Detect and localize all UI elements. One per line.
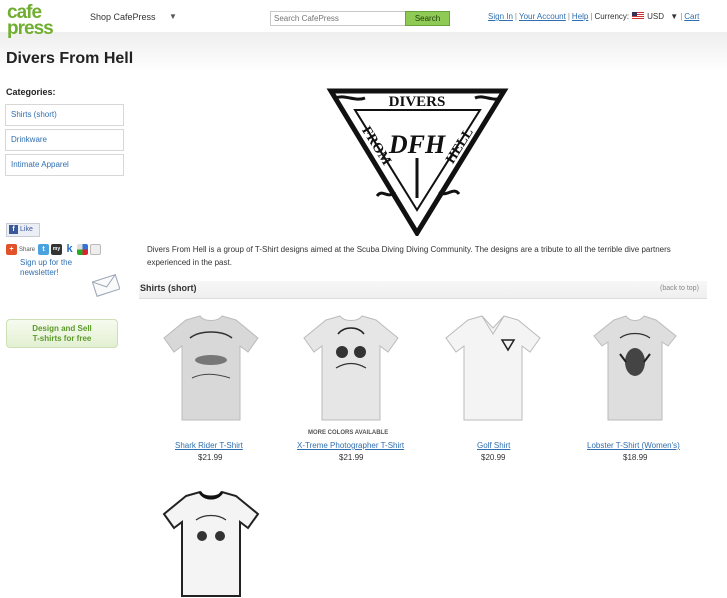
k-icon[interactable]: k: [64, 244, 76, 255]
page-title: Divers From Hell: [6, 50, 134, 67]
product-image-golf-shirt[interactable]: [438, 312, 548, 422]
search-input[interactable]: [270, 11, 406, 26]
chevron-down-icon[interactable]: ▼: [169, 12, 177, 21]
category-intimate-apparel[interactable]: Intimate Apparel: [5, 154, 124, 176]
product-image-shark-rider[interactable]: [156, 312, 266, 422]
logo-center-text: DFH: [388, 130, 446, 159]
back-to-top-link[interactable]: (back to top): [660, 285, 699, 292]
share-icon[interactable]: +: [6, 244, 17, 255]
product-price-shark-rider: $21.99: [198, 453, 223, 462]
categories-heading: Categories:: [6, 87, 56, 97]
currency-select[interactable]: USD: [647, 12, 664, 21]
logo-line-2: press: [7, 18, 54, 39]
email-icon[interactable]: [90, 244, 102, 255]
divers-from-hell-logo: DIVERS FROM HELL DFH: [326, 88, 509, 236]
share-row: + Share t my k: [6, 244, 103, 258]
product-price-lobster-womens: $18.99: [623, 453, 648, 462]
account-links: Sign In | Your Account | Help | Currency: USD ▼…: [488, 12, 700, 21]
cart-link[interactable]: Cart: [684, 12, 699, 21]
currency-chevron-down-icon[interactable]: ▼: [670, 12, 678, 21]
product-image-lobster-womens[interactable]: [580, 312, 690, 422]
category-shirts-short[interactable]: Shirts (short): [5, 104, 124, 126]
like-label: Like: [20, 226, 33, 233]
sign-in-link[interactable]: Sign In: [488, 12, 513, 21]
help-link[interactable]: Help: [572, 12, 588, 21]
twitter-icon[interactable]: t: [38, 244, 50, 255]
envelope-icon[interactable]: [92, 272, 120, 298]
facebook-like-button[interactable]: f Like: [6, 223, 40, 237]
shop-cafepress-menu[interactable]: Shop CafePress: [90, 12, 156, 22]
logo-top-text: DIVERS: [389, 94, 446, 110]
page-description: Divers From Hell is a group of T-Shirt d…: [147, 245, 671, 267]
product-image-ringer-tee[interactable]: [156, 488, 266, 598]
product-image-xtreme-photographer[interactable]: [296, 312, 406, 422]
your-account-link[interactable]: Your Account: [519, 12, 566, 21]
product-price-golf-shirt: $20.99: [481, 453, 506, 462]
design-and-sell-button[interactable]: Design and Sell T-shirts for free: [6, 319, 118, 348]
us-flag-icon: [632, 12, 645, 20]
product-name-golf-shirt[interactable]: Golf Shirt: [477, 441, 510, 450]
share-label[interactable]: Share: [19, 247, 35, 253]
category-drinkware[interactable]: Drinkware: [5, 129, 124, 151]
product-price-xtreme-photographer: $21.99: [339, 453, 364, 462]
currency-label: Currency:: [594, 12, 630, 21]
search-button[interactable]: Search: [405, 11, 450, 26]
design-line-1: Design and Sell: [32, 324, 92, 333]
section-header-bar: [139, 281, 707, 299]
newsletter-text: Sign up for the newsletter!: [20, 258, 73, 277]
delicious-icon[interactable]: [77, 244, 89, 255]
design-line-2: T-shirts for free: [32, 334, 92, 343]
product-name-shark-rider[interactable]: Shark Rider T-Shirt: [175, 441, 243, 450]
newsletter-signup-link[interactable]: Sign up for the newsletter!: [20, 258, 80, 278]
product-name-lobster-womens[interactable]: Lobster T-Shirt (Women's): [587, 441, 680, 450]
cafepress-logo[interactable]: cafe press: [7, 3, 67, 39]
section-title: Shirts (short): [140, 283, 197, 293]
facebook-icon: f: [9, 225, 18, 234]
product-name-xtreme-photographer[interactable]: X-Treme Photographer T-Shirt: [297, 441, 404, 450]
more-colors-available-label: MORE COLORS AVAILABLE: [308, 430, 389, 436]
myspace-icon[interactable]: my: [51, 244, 63, 255]
